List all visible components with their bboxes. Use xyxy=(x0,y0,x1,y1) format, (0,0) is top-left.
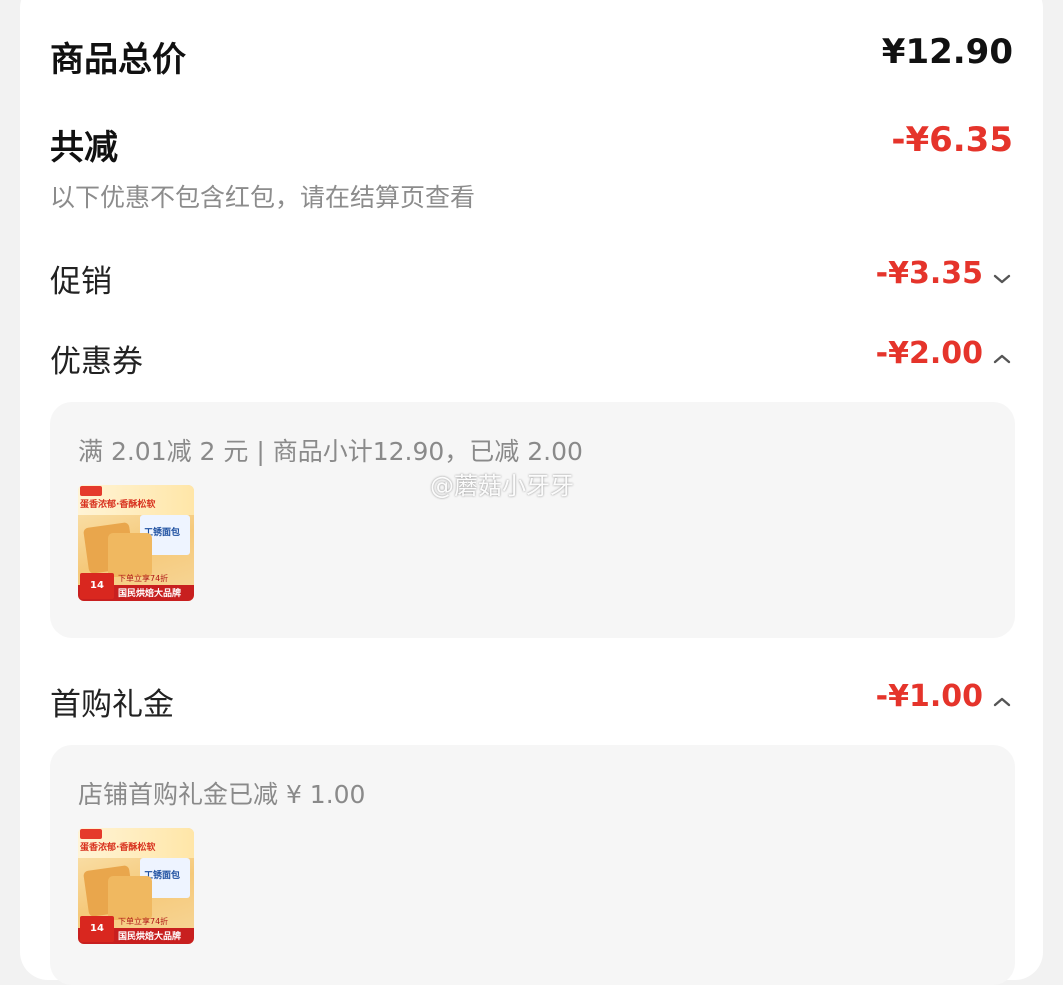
coupon-value-group[interactable]: -¥2.00 xyxy=(876,336,1013,371)
date-badge: 14 xyxy=(80,573,114,599)
total-value: ¥12.90 xyxy=(881,32,1013,72)
promo-label: 促销 xyxy=(50,264,112,300)
brand-logo-icon xyxy=(80,486,102,496)
total-row: 商品总价 ¥12.90 xyxy=(0,32,1063,80)
bread-image xyxy=(108,876,152,920)
reduction-note: 以下优惠不包含红包，请在结算页查看 xyxy=(50,183,476,212)
date-badge: 14 xyxy=(80,916,114,942)
bread-image xyxy=(108,533,152,577)
watermark-text: @蘑菇小牙牙 xyxy=(430,472,574,500)
total-label: 商品总价 xyxy=(50,40,186,80)
brand-strip-text: 国民烘焙大品牌 xyxy=(118,932,182,942)
reduction-label: 共减 xyxy=(50,128,118,168)
coupon-detail-text: 满 2.01减 2 元 | 商品小计12.90，已减 2.00 xyxy=(78,437,583,466)
reduction-note-row: 以下优惠不包含红包，请在结算页查看 xyxy=(0,178,1063,212)
promo-value: -¥3.35 xyxy=(875,256,983,291)
chevron-up-icon[interactable] xyxy=(991,691,1013,713)
coupon-row[interactable]: 优惠券 -¥2.00 xyxy=(0,336,1063,380)
first-purchase-detail-panel: 店铺首购礼金已减 ¥ 1.00 蛋香浓郁·香酥松软 工锈面包 下单立享74折 国… xyxy=(50,745,1015,985)
brand-logo-icon xyxy=(80,829,102,839)
product-thumbnail[interactable]: 蛋香浓郁·香酥松软 工锈面包 下单立享74折 国民烘焙大品牌 14 xyxy=(78,485,194,601)
first-purchase-value: -¥1.00 xyxy=(875,679,983,714)
thumb-promo: 下单立享74折 xyxy=(118,574,169,583)
brand-strip-text: 国民烘焙大品牌 xyxy=(118,589,182,599)
first-purchase-value-group[interactable]: -¥1.00 xyxy=(876,679,1013,714)
first-purchase-label: 首购礼金 xyxy=(50,687,174,723)
coupon-value: -¥2.00 xyxy=(875,336,983,371)
promo-row[interactable]: 促销 -¥3.35 xyxy=(0,256,1063,300)
first-purchase-detail-text: 店铺首购礼金已减 ¥ 1.00 xyxy=(78,780,366,809)
product-thumbnail[interactable]: 蛋香浓郁·香酥松软 工锈面包 下单立享74折 国民烘焙大品牌 14 xyxy=(78,828,194,944)
thumb-promo: 下单立享74折 xyxy=(118,917,169,926)
coupon-detail-panel: 满 2.01减 2 元 | 商品小计12.90，已减 2.00 蛋香浓郁·香酥松… xyxy=(50,402,1015,638)
first-purchase-row[interactable]: 首购礼金 -¥1.00 xyxy=(0,679,1063,723)
reduction-row: 共减 -¥6.35 xyxy=(0,120,1063,168)
chevron-down-icon[interactable] xyxy=(991,268,1013,290)
chevron-up-icon[interactable] xyxy=(991,348,1013,370)
thumb-title: 蛋香浓郁·香酥松软 xyxy=(80,843,156,853)
thumb-title: 蛋香浓郁·香酥松软 xyxy=(80,500,156,510)
coupon-label: 优惠券 xyxy=(50,344,143,380)
reduction-value: -¥6.35 xyxy=(891,120,1013,160)
promo-value-group[interactable]: -¥3.35 xyxy=(876,256,1013,291)
